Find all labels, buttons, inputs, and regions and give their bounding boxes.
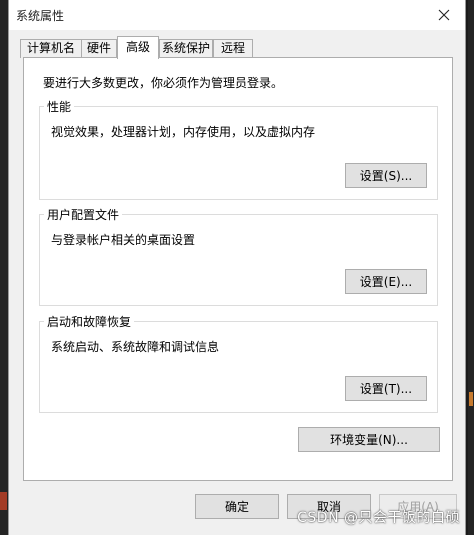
close-button[interactable]: [423, 0, 465, 30]
startup-recovery-group: 启动和故障恢复 系统启动、系统故障和调试信息 设置(T)...: [39, 313, 438, 413]
user-profiles-settings-button[interactable]: 设置(E)...: [345, 269, 427, 294]
performance-description: 视觉效果，处理器计划，内存使用，以及虚拟内存: [51, 125, 316, 139]
admin-notice: 要进行大多数更改，你必须作为管理员登录。: [43, 76, 284, 90]
startup-recovery-title: 启动和故障恢复: [44, 313, 135, 330]
watermark: CSDN @只会干饭的白硕: [297, 510, 460, 526]
startup-recovery-settings-button[interactable]: 设置(T)...: [345, 376, 427, 401]
background-detail-left: [0, 492, 7, 510]
user-profiles-description: 与登录帐户相关的桌面设置: [51, 233, 196, 247]
tab-remote[interactable]: 远程: [213, 39, 253, 58]
environment-variables-button[interactable]: 环境变量(N)...: [298, 427, 440, 452]
performance-settings-button[interactable]: 设置(S)...: [345, 163, 427, 188]
system-properties-dialog: 系统属性 计算机名 硬件 高级 系统保护 远程 要进行大多数更改，你必须作为管理…: [8, 0, 466, 535]
tab-system-protection[interactable]: 系统保护: [159, 39, 213, 58]
performance-title: 性能: [44, 98, 75, 115]
ok-button[interactable]: 确定: [195, 494, 279, 519]
tab-hardware[interactable]: 硬件: [81, 39, 117, 58]
close-icon: [438, 9, 450, 21]
background-left: [0, 0, 8, 535]
background-detail: [469, 392, 473, 406]
performance-group: 性能 视觉效果，处理器计划，内存使用，以及虚拟内存 设置(S)...: [39, 98, 438, 200]
title-bar: 系统属性: [9, 0, 465, 30]
tab-advanced[interactable]: 高级: [117, 36, 159, 59]
advanced-panel: 要进行大多数更改，你必须作为管理员登录。 性能 视觉效果，处理器计划，内存使用，…: [23, 57, 453, 481]
background-right: [468, 0, 474, 535]
startup-recovery-description: 系统启动、系统故障和调试信息: [51, 340, 220, 354]
user-profiles-group: 用户配置文件 与登录帐户相关的桌面设置 设置(E)...: [39, 206, 438, 306]
user-profiles-title: 用户配置文件: [44, 206, 123, 223]
window-title: 系统属性: [16, 9, 65, 23]
tab-computer-name[interactable]: 计算机名: [20, 39, 82, 58]
